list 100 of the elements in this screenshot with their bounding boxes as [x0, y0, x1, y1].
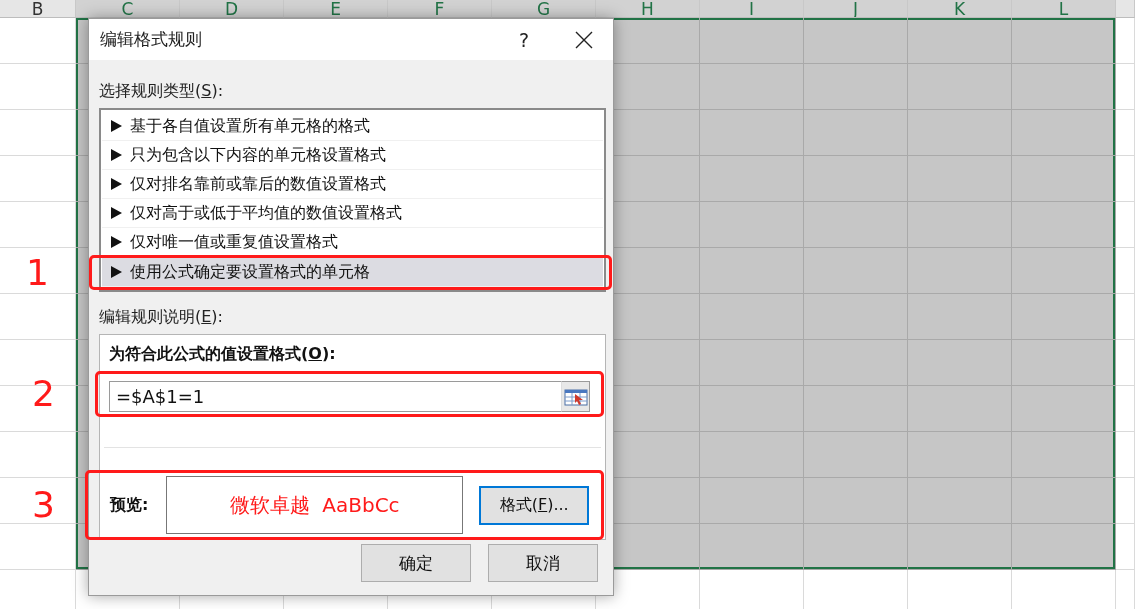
selected-cell[interactable]	[908, 294, 1012, 340]
selected-cell[interactable]	[804, 18, 908, 64]
grid-cell[interactable]	[1116, 340, 1135, 386]
selected-cell[interactable]	[908, 64, 1012, 110]
selected-cell[interactable]	[908, 110, 1012, 156]
grid-cell[interactable]	[1116, 110, 1135, 156]
format-button[interactable]: 格式(F)...	[479, 485, 589, 525]
selected-cell[interactable]	[1012, 110, 1116, 156]
selected-cell[interactable]	[804, 386, 908, 432]
triangle-icon	[111, 207, 122, 219]
formula-field[interactable]: =$A$1=1	[109, 381, 561, 412]
selected-cell[interactable]	[700, 386, 804, 432]
column-header[interactable]: B	[0, 0, 76, 18]
selected-cell[interactable]	[700, 340, 804, 386]
selected-cell[interactable]	[1012, 386, 1116, 432]
selected-cell[interactable]	[1012, 478, 1116, 524]
column-header[interactable]: K	[908, 0, 1012, 18]
range-select-button[interactable]	[561, 381, 590, 412]
selected-cell[interactable]	[1012, 64, 1116, 110]
grid-cell[interactable]	[1116, 64, 1135, 110]
selected-cell[interactable]	[804, 156, 908, 202]
selected-cell[interactable]	[700, 432, 804, 478]
column-header[interactable]: L	[1012, 0, 1116, 18]
rule-type-item[interactable]: 只为包含以下内容的单元格设置格式	[102, 141, 603, 170]
selected-cell[interactable]	[700, 248, 804, 294]
selected-cell[interactable]	[1012, 524, 1116, 570]
selected-cell[interactable]	[1012, 248, 1116, 294]
selected-cell[interactable]	[804, 478, 908, 524]
grid-cell[interactable]	[1116, 202, 1135, 248]
selected-cell[interactable]	[804, 432, 908, 478]
selected-cell[interactable]	[804, 248, 908, 294]
selected-cell[interactable]	[908, 340, 1012, 386]
selected-cell[interactable]	[1012, 294, 1116, 340]
selected-cell[interactable]	[700, 64, 804, 110]
selected-cell[interactable]	[908, 524, 1012, 570]
annotation-number: 3	[32, 485, 55, 525]
grid-cell[interactable]	[1116, 432, 1135, 478]
rule-type-label: 仅对高于或低于平均值的数值设置格式	[130, 202, 402, 224]
rule-type-label: 仅对唯一值或重复值设置格式	[130, 231, 338, 253]
triangle-icon	[111, 266, 122, 278]
column-header[interactable]: C	[76, 0, 180, 18]
selected-cell[interactable]	[908, 202, 1012, 248]
selected-cell[interactable]	[804, 202, 908, 248]
section-label: 编辑规则说明(E):	[99, 306, 224, 328]
selected-cell[interactable]	[1012, 156, 1116, 202]
column-header[interactable]: H	[596, 0, 700, 18]
selected-cell[interactable]	[804, 294, 908, 340]
triangle-icon	[111, 149, 122, 161]
grid-cell[interactable]	[1116, 386, 1135, 432]
triangle-icon	[111, 120, 122, 132]
selected-cell[interactable]	[700, 524, 804, 570]
rule-type-label: 使用公式确定要设置格式的单元格	[130, 261, 370, 283]
column-header[interactable]: G	[492, 0, 596, 18]
grid-cell[interactable]	[1116, 294, 1135, 340]
help-button[interactable]: ?	[509, 28, 539, 51]
selected-cell[interactable]	[700, 202, 804, 248]
rule-type-label: 基于各自值设置所有单元格的格式	[130, 115, 370, 137]
selected-cell[interactable]	[700, 294, 804, 340]
selected-cell[interactable]	[700, 478, 804, 524]
column-header[interactable]: F	[388, 0, 492, 18]
selected-cell[interactable]	[804, 524, 908, 570]
ok-button[interactable]: 确定	[361, 544, 471, 582]
grid-cell[interactable]	[1116, 248, 1135, 294]
selected-cell[interactable]	[700, 110, 804, 156]
selected-cell[interactable]	[700, 156, 804, 202]
triangle-icon	[111, 178, 122, 190]
grid-cell[interactable]	[1116, 478, 1135, 524]
selected-cell[interactable]	[908, 156, 1012, 202]
rule-type-item[interactable]: 仅对排名靠前或靠后的数值设置格式	[102, 170, 603, 199]
selected-cell[interactable]	[804, 110, 908, 156]
selected-cell[interactable]	[1012, 202, 1116, 248]
selected-cell[interactable]	[908, 432, 1012, 478]
rule-type-item[interactable]: 基于各自值设置所有单元格的格式	[102, 112, 603, 141]
rule-type-item[interactable]: 仅对唯一值或重复值设置格式	[102, 228, 603, 257]
triangle-icon	[111, 236, 122, 248]
column-header[interactable]: E	[284, 0, 388, 18]
selected-cell[interactable]	[1012, 432, 1116, 478]
close-icon	[575, 30, 593, 49]
column-header[interactable]	[1116, 0, 1135, 18]
range-select-icon	[563, 386, 588, 407]
selected-cell[interactable]	[700, 18, 804, 64]
selected-cell[interactable]	[804, 64, 908, 110]
grid-cell[interactable]	[1116, 18, 1135, 64]
selected-cell[interactable]	[908, 478, 1012, 524]
selected-cell[interactable]	[1012, 340, 1116, 386]
cancel-button[interactable]: 取消	[488, 544, 598, 582]
selected-cell[interactable]	[804, 340, 908, 386]
rule-type-label: 仅对排名靠前或靠后的数值设置格式	[130, 173, 386, 195]
selected-cell[interactable]	[908, 248, 1012, 294]
selected-cell[interactable]	[1012, 18, 1116, 64]
column-header[interactable]: I	[700, 0, 804, 18]
grid-cell[interactable]	[1116, 524, 1135, 570]
annotation-number: 2	[32, 374, 55, 414]
annotation-number: 1	[26, 252, 49, 293]
selected-cell[interactable]	[908, 386, 1012, 432]
rule-type-item[interactable]: 使用公式确定要设置格式的单元格	[102, 258, 603, 287]
selected-cell[interactable]	[908, 18, 1012, 64]
column-header[interactable]: D	[180, 0, 284, 18]
grid-cell[interactable]	[1116, 156, 1135, 202]
rule-type-item[interactable]: 仅对高于或低于平均值的数值设置格式	[102, 199, 603, 228]
